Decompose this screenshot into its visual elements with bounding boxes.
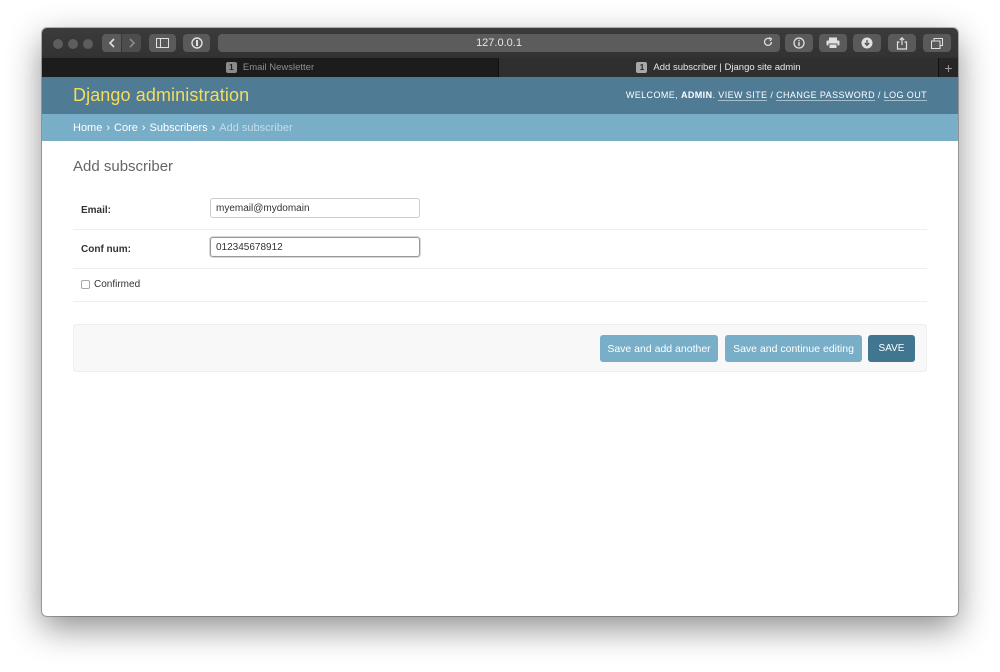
breadcrumb-subscribers[interactable]: Subscribers [150,122,208,134]
tab-title: Add subscriber | Django site admin [653,62,801,73]
save-and-add-another-button[interactable]: Save and add another [600,335,718,362]
breadcrumb: Home › Core › Subscribers › Add subscrib… [42,114,958,141]
site-branding[interactable]: Django administration [73,85,249,106]
download-icon [861,37,873,49]
breadcrumb-separator: › [141,121,146,134]
browser-window: 127.0.0.1 1 Email Newsletter 1 Add subsc… [42,28,958,616]
new-tab-button[interactable]: + [939,58,958,77]
address-bar[interactable]: 127.0.0.1 [218,34,780,52]
back-button[interactable] [102,34,121,52]
tab-add-subscriber[interactable]: 1 Add subscriber | Django site admin [499,58,939,77]
tab-email-newsletter[interactable]: 1 Email Newsletter [42,58,499,77]
minimize-window-button[interactable] [68,39,78,49]
downloads-button[interactable] [853,34,881,52]
breadcrumb-separator: › [106,121,111,134]
chevron-right-icon [128,38,135,48]
page-title: Add subscriber [73,158,174,175]
conf-num-field[interactable] [210,237,420,257]
email-field[interactable] [210,198,420,218]
info-icon [793,37,805,49]
browser-toolbar: 127.0.0.1 [42,28,958,58]
save-button[interactable]: SAVE [868,335,915,362]
welcome-text: WELCOME, [625,90,679,100]
tab-bar: 1 Email Newsletter 1 Add subscriber | Dj… [42,58,958,77]
share-icon [896,36,908,50]
password-manager-button[interactable] [183,34,210,52]
close-window-button[interactable] [53,39,63,49]
forward-button[interactable] [122,34,141,52]
confirmed-checkbox[interactable] [81,280,90,289]
confirmed-checkbox-wrap: Confirmed [81,279,140,290]
print-button[interactable] [819,34,847,52]
change-password-link[interactable]: CHANGE PASSWORD [776,90,875,101]
conf-num-label: Conf num: [81,244,131,255]
site-header: Django administration WELCOME, ADMIN. VI… [42,77,958,114]
tabs-icon [931,37,943,49]
email-label: Email: [81,205,112,216]
confirmed-label[interactable]: Confirmed [94,279,140,290]
tab-badge: 1 [225,62,237,73]
password-icon [190,37,203,49]
sidebar-icon [156,38,169,48]
printer-icon [826,37,840,49]
tab-badge: 1 [636,62,648,73]
sidebar-toggle-button[interactable] [149,34,176,52]
form-row-email: Email: [73,191,927,230]
breadcrumb-separator: › [211,121,216,134]
chevron-left-icon [108,38,115,48]
zoom-window-button[interactable] [83,39,93,49]
form-row-conf-num: Conf num: [73,230,927,269]
separator: / [877,90,881,100]
separator: / [770,90,774,100]
form-row-confirmed: Confirmed [73,269,927,302]
reload-icon[interactable] [762,36,774,51]
submit-row: Save and add another Save and continue e… [73,324,927,372]
username: ADMIN [680,90,713,100]
breadcrumb-core[interactable]: Core [114,122,138,134]
breadcrumb-home[interactable]: Home [73,122,102,134]
reader-info-button[interactable] [785,34,813,52]
tab-title: Email Newsletter [242,62,315,73]
save-and-continue-button[interactable]: Save and continue editing [725,335,862,362]
log-out-link[interactable]: LOG OUT [883,90,927,101]
tab-overview-button[interactable] [923,34,951,52]
user-tools: WELCOME, ADMIN. VIEW SITE / CHANGE PASSW… [625,90,927,101]
share-button[interactable] [888,34,916,52]
breadcrumb-current: Add subscriber [219,121,293,134]
url-text: 127.0.0.1 [476,37,522,49]
view-site-link[interactable]: VIEW SITE [718,90,768,101]
